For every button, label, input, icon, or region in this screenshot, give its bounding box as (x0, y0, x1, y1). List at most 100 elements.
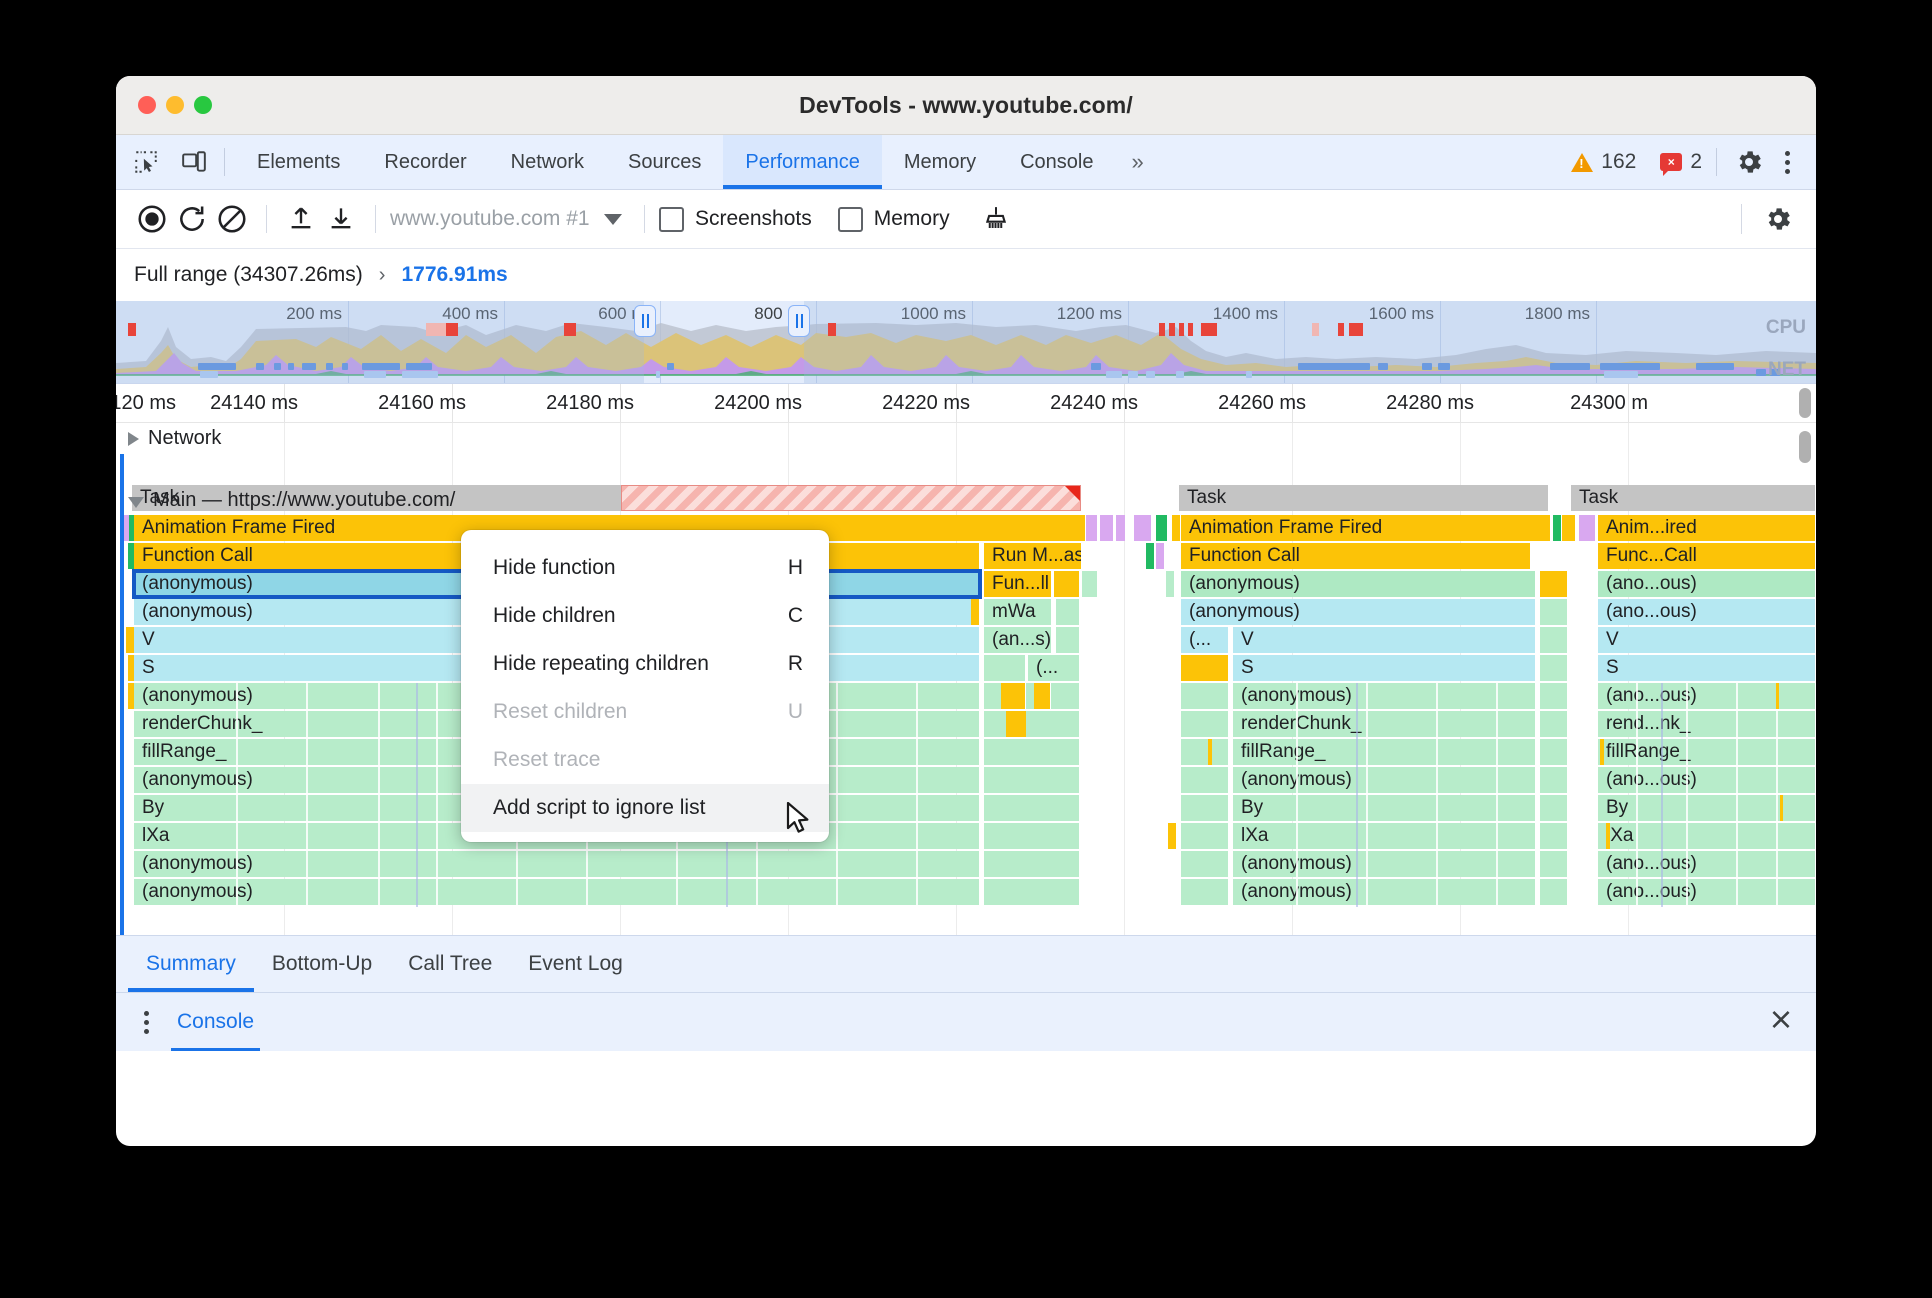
flame-block-s-c[interactable]: S (1598, 655, 1816, 681)
window-titlebar: DevTools - www.youtube.com/ (116, 76, 1816, 135)
ruler-label-8: 24280 ms (1386, 392, 1474, 414)
flame-row-anonymous-5: (anonymous) (anonymous) (ano...ous) (116, 851, 1816, 878)
more-tabs-icon[interactable]: » (1116, 149, 1160, 175)
flame-row-anonymous-6: (anonymous) (anonymous) (ano...ous) (116, 879, 1816, 906)
flame-block-anonymous-a5[interactable]: (anonymous) (134, 851, 980, 877)
context-menu-label-hide-function: Hide function (493, 556, 616, 579)
flame-block-anonymous-c5[interactable]: (ano...ous) (1598, 851, 1816, 877)
toolbar-divider-3 (644, 205, 645, 233)
context-menu-item-hide-children[interactable]: Hide children C (461, 592, 829, 640)
ruler-label-2: 24160 ms (378, 392, 466, 414)
warning-badge[interactable]: 162 (1561, 150, 1646, 174)
save-profile-icon[interactable] (321, 199, 361, 239)
tab-event-log[interactable]: Event Log (510, 936, 641, 992)
flame-block-anonymous-b6[interactable]: (anonymous) (1233, 879, 1536, 905)
flame-block-v-b[interactable]: V (1233, 627, 1536, 653)
device-toolbar-icon[interactable] (178, 146, 210, 178)
load-profile-icon[interactable] (281, 199, 321, 239)
flame-block-mwa[interactable]: mWa (984, 599, 1052, 625)
screenshot-root: DevTools - www.youtube.com/ Elements Rec… (0, 0, 1932, 1298)
tab-bottom-up[interactable]: Bottom-Up (254, 936, 390, 992)
flame-block-anonymous-b4[interactable]: (anonymous) (1233, 767, 1536, 793)
toolbar-divider-1 (266, 205, 267, 233)
flame-block-by-c[interactable]: By (1598, 795, 1816, 821)
flame-block-anonymous-c2[interactable]: (ano...ous) (1598, 599, 1816, 625)
breadcrumb-separator-icon: › (378, 263, 386, 286)
breadcrumb-full-range[interactable]: Full range (34307.26ms) (134, 263, 363, 287)
flame-block-animation-frame-b[interactable]: Animation Frame Fired (1181, 515, 1551, 541)
tab-memory[interactable]: Memory (882, 135, 998, 189)
tab-performance[interactable]: Performance (723, 135, 882, 189)
tab-console[interactable]: Console (998, 135, 1115, 189)
tab-recorder[interactable]: Recorder (362, 135, 488, 189)
track-header-network[interactable]: Network (116, 423, 1816, 454)
flame-block-anonymous-b1[interactable]: (anonymous) (1181, 571, 1536, 597)
flame-block-anonymous-a6[interactable]: (anonymous) (134, 879, 980, 905)
context-menu-item-hide-repeating-children[interactable]: Hide repeating children R (461, 640, 829, 688)
flame-block-lxa-b[interactable]: lXa (1233, 823, 1536, 849)
tab-elements[interactable]: Elements (235, 135, 362, 189)
ruler-scrollbar-thumb[interactable] (1799, 388, 1811, 418)
flame-block-anonymous-c1[interactable]: (ano...ous) (1598, 571, 1816, 597)
overview-left-handle[interactable] (634, 305, 656, 337)
flame-block-renderchunk-c[interactable]: rend...nk_ (1598, 711, 1816, 737)
mouse-cursor-icon (786, 801, 812, 841)
overview-right-handle[interactable] (788, 305, 810, 337)
ruler-label-4: 24200 ms (714, 392, 802, 414)
breadcrumb: Full range (34307.26ms) › 1776.91ms (116, 249, 1816, 301)
flame-context-menu[interactable]: Hide function H Hide children C Hide rep… (461, 530, 829, 842)
timeline-overview[interactable]: 200 ms 400 ms 600 ms 800 ms 1000 ms 1200… (116, 301, 1816, 384)
flame-block-anonymous-c4[interactable]: (ano...ous) (1598, 767, 1816, 793)
flame-block-anon-trunc-mid[interactable]: (an...s) (984, 627, 1052, 653)
context-menu-label-add-script-to-ignore-list: Add script to ignore list (493, 796, 706, 819)
flame-block-v-c[interactable]: V (1598, 627, 1816, 653)
flame-block-run-microtasks[interactable]: Run M...asks (984, 543, 1082, 569)
flame-block-renderchunk-b[interactable]: renderChunk_ (1233, 711, 1536, 737)
drawer-tab-console[interactable]: Console (163, 993, 268, 1051)
flame-block-anon-narrow-b[interactable]: (... (1181, 627, 1229, 653)
flame-block-anon-tiny-mid[interactable]: (... (1028, 655, 1080, 681)
flame-row-s: S (... S S (116, 655, 1816, 682)
inspect-element-icon[interactable] (130, 146, 162, 178)
flame-chart[interactable]: Network Main — https://www.youtube.com/ … (116, 423, 1816, 935)
devtools-more-options-icon[interactable] (1769, 150, 1806, 174)
trace-selector-dropdown[interactable]: www.youtube.com #1 (390, 207, 630, 231)
flame-block-animation-frame-c[interactable]: Anim...ired (1598, 515, 1816, 541)
tab-sources[interactable]: Sources (606, 135, 723, 189)
close-drawer-icon[interactable] (1768, 1007, 1794, 1038)
flame-block-anonymous-b3[interactable]: (anonymous) (1233, 683, 1536, 709)
context-menu-item-hide-function[interactable]: Hide function H (461, 544, 829, 592)
devtools-settings-gear-icon[interactable] (1733, 146, 1765, 178)
flame-scrollbar-thumb[interactable] (1799, 431, 1811, 463)
tab-summary[interactable]: Summary (128, 936, 254, 992)
record-icon[interactable] (132, 199, 172, 239)
flame-block-lxa-c[interactable]: lXa (1598, 823, 1816, 849)
flame-row-renderchunk: renderChunk_ renderChunk_ rend...nk_ (116, 711, 1816, 738)
flame-block-function-call-c[interactable]: Func...Call (1598, 543, 1816, 569)
flame-block-function-call-b[interactable]: Function Call (1181, 543, 1531, 569)
flame-block-function-call-mid[interactable]: Fun...ll (984, 571, 1052, 597)
flame-block-anonymous-c3[interactable]: (ano...ous) (1598, 683, 1816, 709)
capture-settings-gear-icon[interactable] (1758, 199, 1798, 239)
flame-block-anonymous-b5[interactable]: (anonymous) (1233, 851, 1536, 877)
flame-block-by-b[interactable]: By (1233, 795, 1536, 821)
reload-and-record-icon[interactable] (172, 199, 212, 239)
error-badge[interactable]: × 2 (1650, 150, 1712, 176)
memory-checkbox[interactable]: Memory (837, 206, 950, 232)
context-menu-item-add-script-to-ignore-list[interactable]: Add script to ignore list (461, 784, 829, 832)
context-menu-shortcut-hide-repeating-children: R (787, 652, 803, 675)
flame-row-anonymous-2: (anonymous) mWa (anonymous) (ano...ous) (116, 599, 1816, 626)
flame-block-fillrange-c[interactable]: fillRange_ (1598, 739, 1816, 765)
collect-garbage-icon[interactable] (976, 199, 1016, 239)
drawer-more-options-icon[interactable] (130, 1010, 163, 1034)
tab-network[interactable]: Network (489, 135, 606, 189)
clear-recording-icon[interactable] (212, 199, 252, 239)
screenshots-checkbox[interactable]: Screenshots (659, 206, 812, 232)
flame-block-fillrange-b[interactable]: fillRange_ (1233, 739, 1536, 765)
tab-call-tree[interactable]: Call Tree (390, 936, 510, 992)
breadcrumb-selection[interactable]: 1776.91ms (401, 263, 507, 287)
flame-block-anonymous-b2[interactable]: (anonymous) (1181, 599, 1536, 625)
flame-block-s-b[interactable]: S (1233, 655, 1536, 681)
flame-block-anonymous-c6[interactable]: (ano...ous) (1598, 879, 1816, 905)
track-header-main[interactable]: Main — https://www.youtube.com/ (116, 485, 1816, 516)
